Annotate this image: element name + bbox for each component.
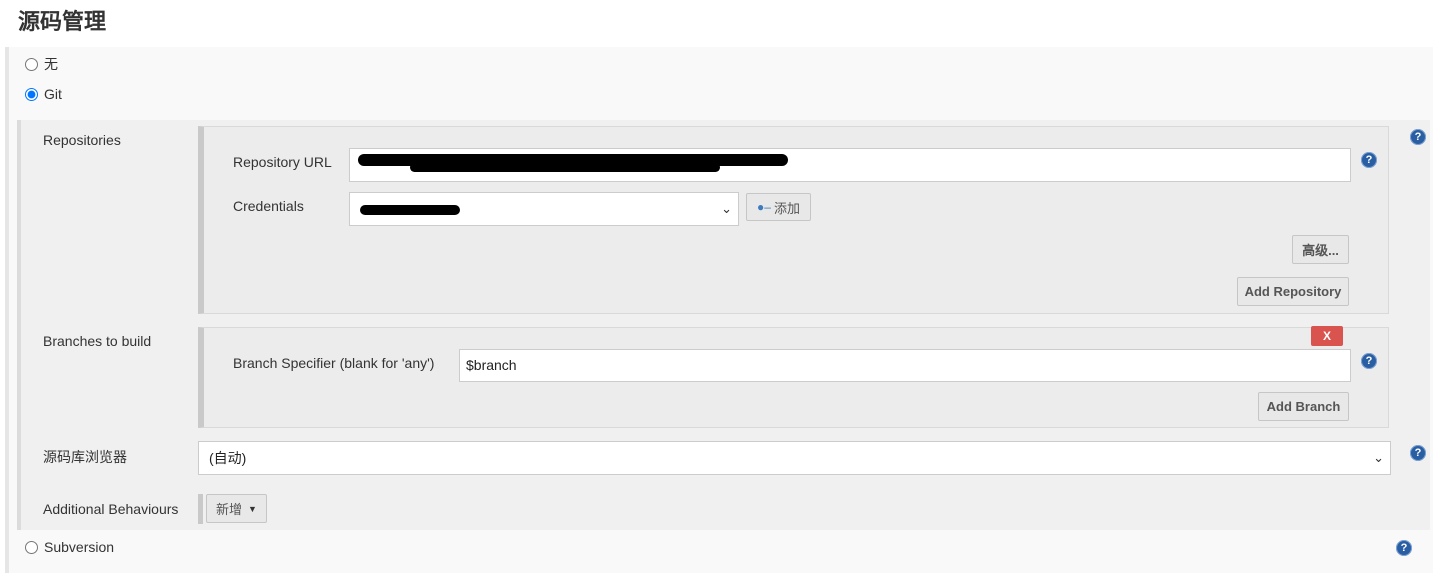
scm-none-label: 无 [44,56,58,72]
add-behaviour-label: 新增 [216,502,243,517]
key-icon: ●– [757,200,771,214]
scm-subversion-radio[interactable] [25,540,38,554]
add-credentials-label: 添加 [773,200,800,216]
chevron-down-icon: ⌄ [1373,450,1384,465]
scm-option-git[interactable]: Git [25,86,62,102]
help-icon[interactable]: ? [1396,540,1412,556]
scm-option-subversion[interactable]: Subversion [25,539,114,555]
behaviours-divider [198,494,203,524]
help-icon[interactable]: ? [1410,445,1426,461]
branches-label: Branches to build [43,333,152,349]
caret-down-icon: ▼ [248,503,257,514]
repository-browser-label: 源码库浏览器 [43,449,127,465]
repository-url-input[interactable] [349,148,1351,182]
advanced-button[interactable]: 高级... [1292,235,1349,264]
section-title: 源码管理 [18,9,107,34]
additional-behaviours-label: Additional Behaviours [43,501,179,517]
delete-branch-button[interactable]: X [1311,326,1343,346]
redaction-mark [360,205,460,215]
redaction-mark [410,163,720,172]
scm-git-radio[interactable] [25,87,38,101]
credentials-select[interactable]: ⌄ [349,192,739,226]
scm-git-label: Git [44,86,62,102]
repository-entry: Repository URL ? Credentials ⌄ ●– 添加 高级.… [198,126,1389,314]
repositories-label: Repositories [43,132,121,148]
help-icon[interactable]: ? [1410,129,1426,145]
help-icon[interactable]: ? [1361,152,1377,168]
add-branch-button[interactable]: Add Branch [1258,392,1349,421]
add-credentials-button[interactable]: ●– 添加 [746,193,811,221]
repository-browser-value: (自动) [209,450,247,466]
credentials-label: Credentials [233,198,304,214]
add-behaviour-button[interactable]: 新增 ▼ [206,494,267,523]
scm-option-none[interactable]: 无 [25,54,58,74]
scm-none-radio[interactable] [25,57,38,71]
git-config-block: Repositories Repository URL ? Credential… [17,120,1430,530]
scm-panel: 无 Git Repositories Repository URL ? Cred… [5,47,1433,573]
branch-specifier-label: Branch Specifier (blank for 'any') [233,355,435,371]
branch-specifier-input[interactable]: $branch [459,349,1351,382]
repository-url-label: Repository URL [233,154,332,170]
chevron-down-icon: ⌄ [721,201,732,216]
help-icon[interactable]: ? [1361,353,1377,369]
add-repository-button[interactable]: Add Repository [1237,277,1349,306]
scm-subversion-label: Subversion [44,539,115,555]
repository-browser-select[interactable]: (自动) ⌄ [198,441,1391,475]
branch-entry: X Branch Specifier (blank for 'any') $br… [198,326,1389,428]
